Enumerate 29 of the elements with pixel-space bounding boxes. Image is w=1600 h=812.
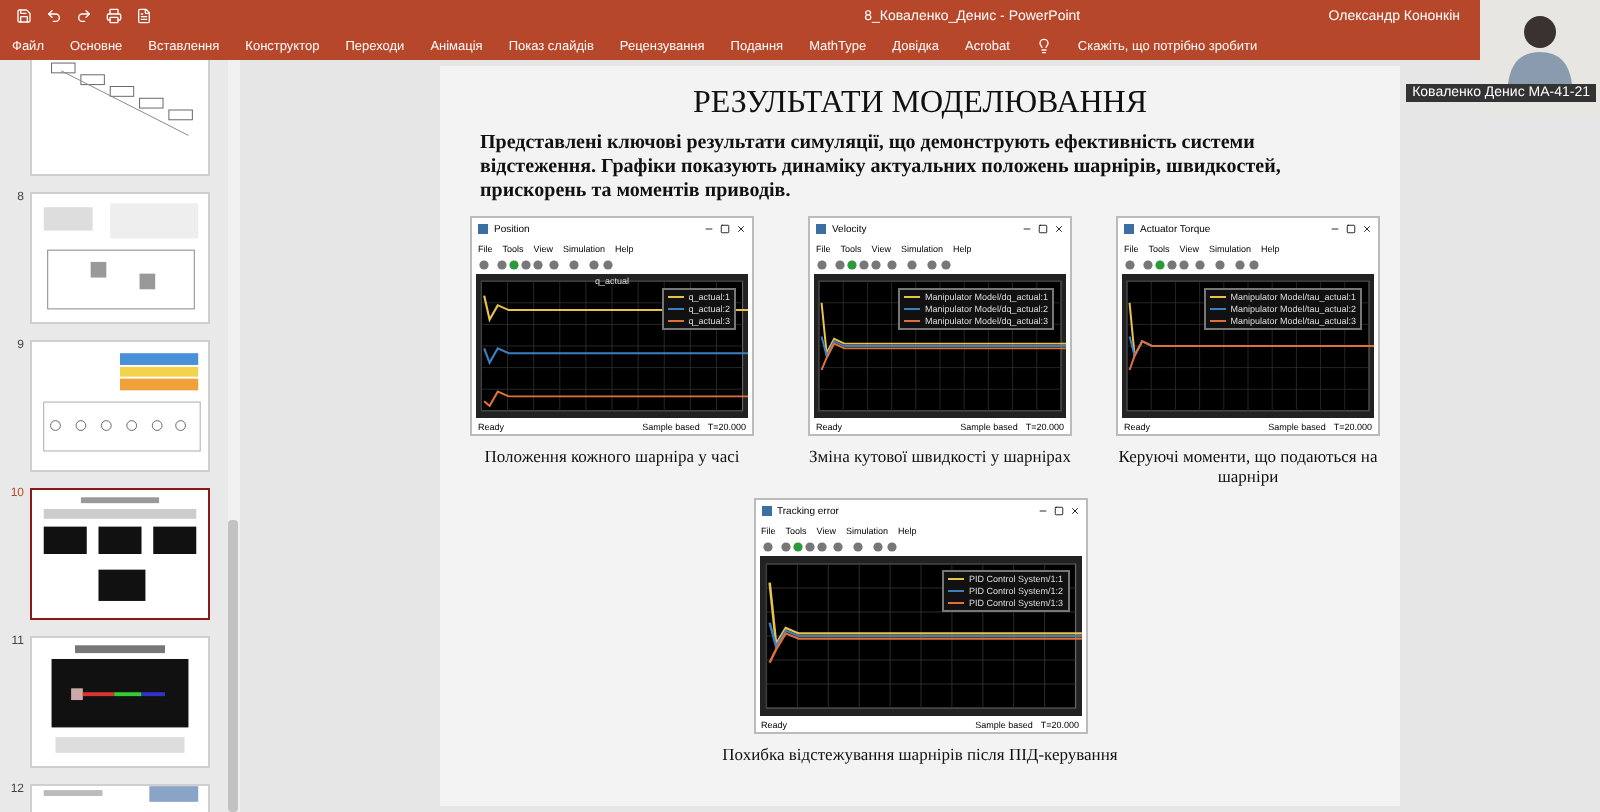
scope-toolbar-drawing [761, 540, 901, 554]
maximize-icon[interactable] [1346, 224, 1356, 234]
maximize-icon[interactable] [1053, 506, 1063, 516]
redo-icon[interactable] [76, 8, 92, 24]
scrollbar-thumb[interactable] [228, 520, 238, 812]
minimize-icon[interactable] [704, 224, 714, 234]
maximize-icon[interactable] [1038, 224, 1048, 234]
figure-caption: Похибка відстежування шарнірів після ПІД-керування [720, 744, 1120, 764]
figure-caption: Зміна кутової швидкості у шарнірах [807, 446, 1073, 466]
document-icon[interactable] [136, 8, 152, 24]
minimize-icon[interactable] [1037, 506, 1047, 516]
scope-app-icon [816, 224, 826, 234]
undo-icon[interactable] [46, 8, 62, 24]
scope-toolbar-drawing [1124, 258, 1264, 272]
scope-toolbar-drawing [816, 258, 956, 272]
scope-toolbar-drawing [478, 258, 618, 272]
figure-caption: Положення кожного шарніра у часі [482, 446, 742, 466]
scope-app-icon [1124, 224, 1134, 234]
printer-icon[interactable] [106, 8, 122, 24]
save-icon[interactable] [16, 8, 32, 24]
scope-app-icon [761, 506, 771, 516]
slide-body-text: Представлені ключові результати симуляції, що демонструють ефективність системи відстеження. Графіки показують динаміку актуальних положень шарнірів, швидкостей, прискорень та моментів приводів. [480, 132, 1283, 204]
scope-app-icon [478, 224, 488, 234]
lightbulb-icon [1035, 38, 1052, 54]
slide-title: РЕЗУЛЬТАТИ МОДЕЛЮВАННЯ [692, 86, 1148, 122]
figure-caption: Керуючі моменти, що подаються на шарніри [1116, 446, 1380, 486]
minimize-icon[interactable] [1330, 224, 1340, 234]
minimize-icon[interactable] [1022, 224, 1032, 234]
maximize-icon[interactable] [720, 224, 730, 234]
